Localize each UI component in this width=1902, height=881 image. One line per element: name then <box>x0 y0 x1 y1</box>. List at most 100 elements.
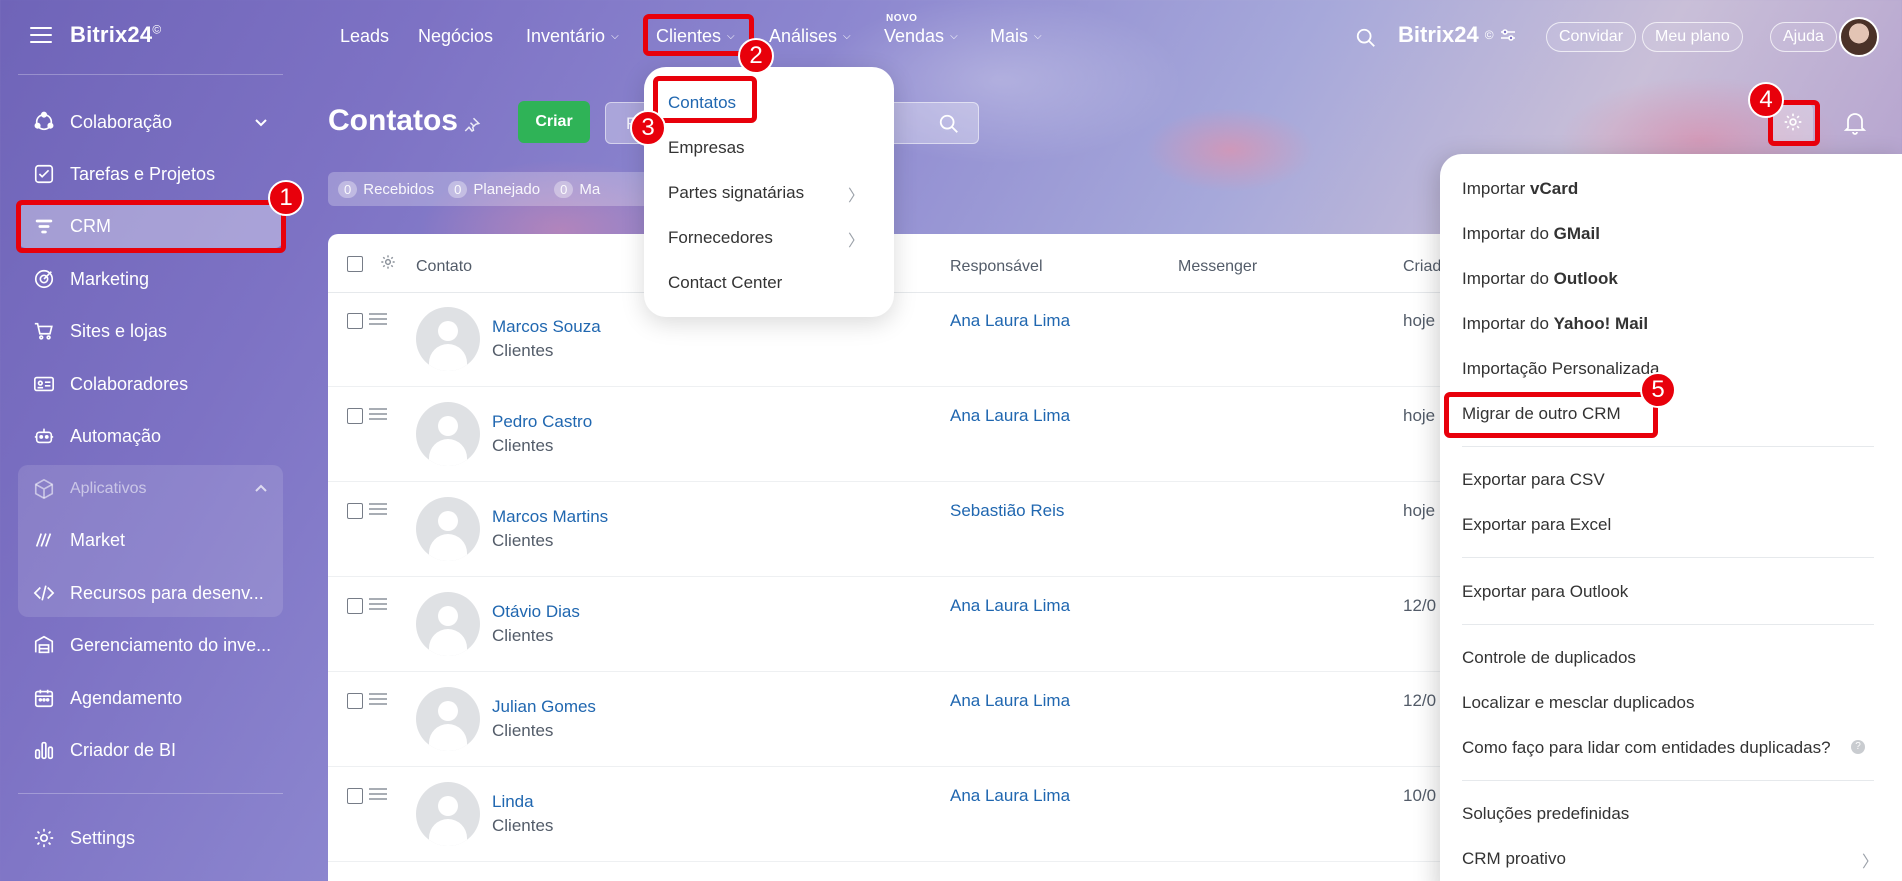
chevron-right-icon: 〉 <box>847 233 864 250</box>
topnav-mais[interactable]: Mais ⌵ <box>990 26 1042 47</box>
sidebar-item-automacao[interactable]: Automação <box>18 414 283 458</box>
menu-item-export-outlook[interactable]: Exportar para Outlook <box>1462 582 1628 602</box>
logo[interactable]: Bitrix24© <box>70 22 161 48</box>
drag-handle-icon[interactable] <box>369 408 387 423</box>
drag-handle-icon[interactable] <box>369 313 387 328</box>
contact-avatar <box>416 592 480 656</box>
topnav-inventario[interactable]: Inventário ⌵ <box>526 26 619 47</box>
menu-item-partes-signatarias[interactable]: Partes signatárias <box>668 183 804 203</box>
select-all-checkbox[interactable] <box>347 256 363 272</box>
search-icon[interactable] <box>938 113 960 140</box>
menu-item-import-vcard[interactable]: Importar vCard <box>1462 179 1578 199</box>
row-checkbox[interactable] <box>347 503 363 519</box>
pin-icon[interactable] <box>463 116 481 139</box>
drag-handle-icon[interactable] <box>369 598 387 613</box>
menu-item-find-duplicates[interactable]: Localizar e mesclar duplicados <box>1462 693 1694 713</box>
menu-item-export-excel[interactable]: Exportar para Excel <box>1462 515 1611 535</box>
menu-item-solutions[interactable]: Soluções predefinidas <box>1462 804 1629 824</box>
create-button[interactable]: Criar <box>518 101 590 143</box>
help-button[interactable]: Ajuda <box>1770 22 1837 52</box>
sidebar-item-gerenciamento[interactable]: Gerenciamento do inve... <box>18 623 283 667</box>
row-checkbox[interactable] <box>347 598 363 614</box>
responsible-link[interactable]: Ana Laura Lima <box>950 596 1070 616</box>
created-date: hoje <box>1403 406 1436 425</box>
chevron-right-icon: 〉 <box>1861 854 1878 871</box>
counter-planejado[interactable]: 0 Planejado <box>448 180 540 198</box>
sidebar-item-label: Sites e lojas <box>70 320 168 341</box>
topnav-leads[interactable]: Leads <box>340 26 389 47</box>
contact-name-link[interactable]: Julian Gomes <box>492 697 596 717</box>
contact-name-link[interactable]: Pedro Castro <box>492 412 592 432</box>
menu-item-duplicates-help[interactable]: Como faço para lidar com entidades dupli… <box>1462 738 1831 758</box>
counter-third[interactable]: 0 Ma <box>554 180 600 198</box>
step-badge-2: 2 <box>738 38 774 74</box>
menu-item-contact-center[interactable]: Contact Center <box>668 273 782 293</box>
cart-icon <box>32 319 56 343</box>
help-icon[interactable]: ? <box>1851 740 1865 754</box>
responsible-link[interactable]: Ana Laura Lima <box>950 786 1070 806</box>
sliders-icon[interactable] <box>1500 22 1516 48</box>
menu-item-duplicate-control[interactable]: Controle de duplicados <box>1462 648 1636 668</box>
header-logo[interactable]: Bitrix24 © <box>1398 22 1516 48</box>
column-settings-gear-icon[interactable] <box>380 254 396 275</box>
contact-avatar <box>416 782 480 846</box>
sidebar-item-marketing[interactable]: Marketing <box>18 257 283 301</box>
invite-button[interactable]: Convidar <box>1546 22 1637 52</box>
menu-item-import-custom[interactable]: Importação Personalizada <box>1462 359 1660 379</box>
topnav-analises[interactable]: Análises ⌵ <box>769 26 851 47</box>
menu-icon[interactable] <box>30 27 52 43</box>
contact-name-link[interactable]: Marcos Souza <box>492 317 601 337</box>
search-icon[interactable] <box>1355 27 1377 54</box>
contact-type: Clientes <box>492 626 554 645</box>
user-avatar[interactable] <box>1839 17 1879 57</box>
sidebar-group-aplicativos[interactable]: Aplicativos <box>18 467 283 511</box>
menu-item-proactive-crm[interactable]: CRM proativo <box>1462 849 1566 869</box>
sidebar-item-recursos[interactable]: Recursos para desenv... <box>18 571 283 615</box>
sidebar-item-label: Recursos para desenv... <box>70 582 264 603</box>
contact-type: Clientes <box>492 436 554 455</box>
sidebar-item-colaboradores[interactable]: Colaboradores <box>18 362 283 406</box>
sidebar-item-settings[interactable]: Settings <box>18 816 283 860</box>
menu-item-import-gmail[interactable]: Importar do GMail <box>1462 224 1600 244</box>
row-checkbox[interactable] <box>347 693 363 709</box>
responsible-link[interactable]: Sebastião Reis <box>950 501 1064 521</box>
responsible-link[interactable]: Ana Laura Lima <box>950 406 1070 426</box>
responsible-link[interactable]: Ana Laura Lima <box>950 691 1070 711</box>
topnav-negocios[interactable]: Negócios <box>418 26 493 47</box>
contact-name-link[interactable]: Marcos Martins <box>492 507 608 527</box>
row-checkbox[interactable] <box>347 313 363 329</box>
menu-item-export-csv[interactable]: Exportar para CSV <box>1462 470 1605 490</box>
sidebar-item-sites[interactable]: Sites e lojas <box>18 309 283 353</box>
contact-type: Clientes <box>492 721 554 740</box>
drag-handle-icon[interactable] <box>369 788 387 803</box>
sidebar-item-bi[interactable]: Criador de BI <box>18 728 283 772</box>
column-header-responsavel[interactable]: Responsável <box>950 258 1043 276</box>
column-header-messenger[interactable]: Messenger <box>1178 258 1257 276</box>
menu-item-fornecedores[interactable]: Fornecedores <box>668 228 773 248</box>
sidebar-item-market[interactable]: Market <box>18 518 283 562</box>
column-header-criado[interactable]: Criad <box>1403 258 1441 276</box>
row-checkbox[interactable] <box>347 408 363 424</box>
chevron-down-icon[interactable] <box>253 114 269 135</box>
column-header-contato[interactable]: Contato <box>416 258 472 276</box>
contact-name-link[interactable]: Otávio Dias <box>492 602 580 622</box>
drag-handle-icon[interactable] <box>369 503 387 518</box>
responsible-link[interactable]: Ana Laura Lima <box>950 311 1070 331</box>
counter-recebidos[interactable]: 0 Recebidos <box>338 180 434 198</box>
chevron-down-icon: ⌵ <box>843 31 851 42</box>
sidebar-item-colaboracao[interactable]: Colaboração <box>18 100 283 144</box>
menu-item-empresas[interactable]: Empresas <box>668 138 745 158</box>
contact-name-link[interactable]: Linda <box>492 792 534 812</box>
menu-item-import-outlook[interactable]: Importar do Outlook <box>1462 269 1618 289</box>
topnav-vendas[interactable]: Vendas ⌵ <box>884 26 958 47</box>
step-badge-5: 5 <box>1640 372 1676 408</box>
menu-item-import-yahoo[interactable]: Importar do Yahoo! Mail <box>1462 314 1648 334</box>
plan-button[interactable]: Meu plano <box>1642 22 1743 52</box>
chevron-up-icon[interactable] <box>253 481 269 502</box>
bell-icon[interactable] <box>1843 110 1867 141</box>
drag-handle-icon[interactable] <box>369 693 387 708</box>
calendar-icon <box>32 686 56 710</box>
sidebar-item-tarefas[interactable]: Tarefas e Projetos <box>18 152 283 196</box>
row-checkbox[interactable] <box>347 788 363 804</box>
sidebar-item-agendamento[interactable]: Agendamento <box>18 676 283 720</box>
